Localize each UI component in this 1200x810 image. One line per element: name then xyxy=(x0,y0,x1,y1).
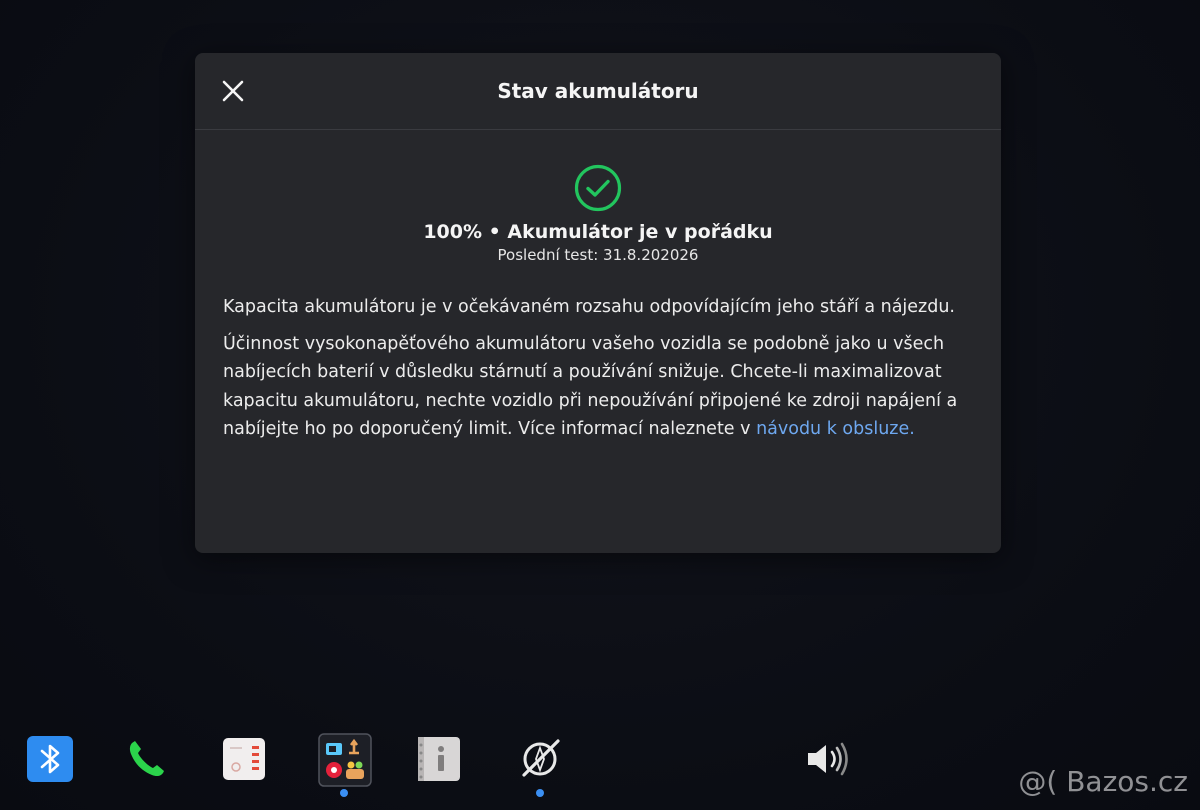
calendar-button[interactable] xyxy=(220,735,268,783)
dialog-header: Stav akumulátoru xyxy=(195,53,1001,130)
manual-icon xyxy=(418,737,460,781)
description: Kapacita akumulátoru je v očekávaném roz… xyxy=(223,293,961,452)
check-circle-icon xyxy=(573,163,623,213)
app-launcher-icon xyxy=(318,733,372,787)
volume-icon xyxy=(808,742,848,776)
last-test-date: Poslední test: 31.8.202026 xyxy=(497,246,699,264)
battery-status-dialog: Stav akumulátoru 100% • Akumulátor je v … xyxy=(195,53,1001,553)
status-block: 100% • Akumulátor je v pořádku Poslední … xyxy=(195,163,1001,265)
app-launcher-button[interactable] xyxy=(318,733,372,787)
phone-button[interactable] xyxy=(122,735,170,783)
dialog-title: Stav akumulátoru xyxy=(497,79,699,103)
active-indicator xyxy=(536,789,544,797)
screen: Stav akumulátoru 100% • Akumulátor je v … xyxy=(0,0,1200,810)
manual-button[interactable] xyxy=(414,735,462,783)
battery-status-text: 100% • Akumulátor je v pořádku xyxy=(423,221,773,243)
bluetooth-button[interactable] xyxy=(26,735,74,783)
paragraph-efficiency: Účinnost vysokonapěťového akumulátoru va… xyxy=(223,330,961,444)
watermark: @( Bazos.cz xyxy=(1018,765,1188,798)
bluetooth-icon xyxy=(27,736,73,782)
volume-button[interactable] xyxy=(804,735,852,783)
paragraph-capacity: Kapacita akumulátoru je v očekávaném roz… xyxy=(223,297,955,317)
navigation-button[interactable] xyxy=(516,735,564,783)
navigation-off-icon xyxy=(522,739,560,777)
owners-manual-link[interactable]: návodu k obsluze. xyxy=(756,419,915,439)
active-indicator xyxy=(340,789,348,797)
phone-icon xyxy=(129,741,164,777)
calendar-icon xyxy=(223,738,265,780)
